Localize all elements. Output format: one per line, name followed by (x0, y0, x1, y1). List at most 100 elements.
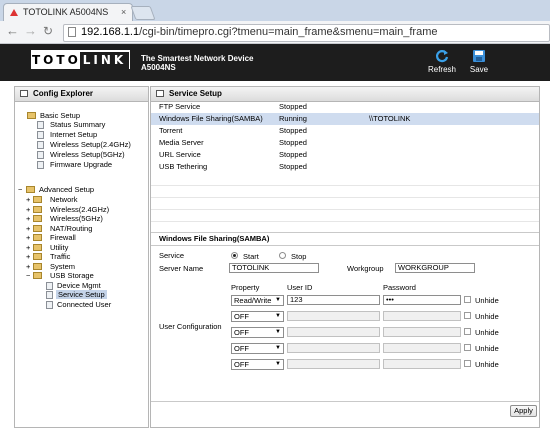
folder-icon (33, 215, 42, 222)
password-input[interactable] (383, 327, 461, 337)
expand-plus-icon[interactable]: + (26, 252, 30, 261)
folder-icon (33, 196, 42, 203)
forward-arrow-icon[interactable]: → (24, 24, 37, 38)
unhide-label: Unhide (475, 360, 499, 369)
divider (151, 197, 539, 198)
workgroup-input[interactable]: WORKGROUP (395, 263, 475, 273)
tab-title: TOTOLINK A5004NS (23, 7, 109, 17)
password-input[interactable] (383, 359, 461, 369)
back-arrow-icon[interactable]: ← (6, 24, 19, 38)
page-icon (46, 301, 53, 309)
dropdown-arrow-icon: ▼ (275, 361, 281, 367)
stop-radio[interactable] (279, 252, 286, 259)
start-radio[interactable] (231, 252, 238, 259)
unhide-label: Unhide (475, 328, 499, 337)
password-input[interactable] (383, 343, 461, 353)
user-id-input[interactable] (287, 311, 380, 321)
save-button[interactable]: Save (466, 49, 492, 74)
dropdown-arrow-icon: ▼ (275, 297, 281, 303)
address-bar[interactable]: 192.168.1.1/cgi-bin/timepro.cgi?tmenu=ma… (63, 24, 550, 42)
workgroup-label: Workgroup (347, 264, 384, 273)
unhide-checkbox[interactable] (464, 360, 471, 367)
user-id-input[interactable] (287, 359, 380, 369)
user-id-input[interactable] (287, 327, 380, 337)
password-input[interactable]: ••• (383, 295, 461, 305)
folder-icon (33, 206, 42, 213)
expand-plus-icon[interactable]: + (26, 262, 30, 271)
user-id-column-header: User ID (287, 283, 313, 292)
service-row[interactable]: URL Service Stopped (151, 149, 539, 161)
page-icon (46, 291, 53, 299)
page-icon (37, 141, 44, 149)
server-name-label: Server Name (159, 264, 204, 273)
unhide-label: Unhide (475, 344, 499, 353)
dropdown-arrow-icon: ▼ (275, 329, 281, 335)
refresh-icon (435, 50, 449, 63)
header-tagline: The Smartest Network Device A5004NS (141, 54, 254, 72)
page-icon (46, 282, 53, 290)
collapse-minus-icon[interactable]: − (26, 271, 30, 280)
divider (151, 221, 539, 222)
expand-plus-icon[interactable]: + (26, 233, 30, 242)
browser-tab[interactable]: TOTOLINK A5004NS × (3, 3, 133, 22)
page-icon (37, 151, 44, 159)
dropdown-arrow-icon: ▼ (275, 313, 281, 319)
tab-close-icon[interactable]: × (121, 7, 126, 17)
property-select[interactable]: OFF ▼ (231, 311, 284, 322)
service-row[interactable]: USB Tethering Stopped (151, 161, 539, 173)
server-name-input[interactable]: TOTOLINK (229, 263, 319, 273)
page-icon (37, 161, 44, 169)
divider (151, 185, 539, 186)
totolink-logo: TOTO LINK (31, 50, 130, 69)
expand-plus-icon[interactable]: + (26, 243, 30, 252)
service-row[interactable]: Media Server Stopped (151, 137, 539, 149)
totolink-favicon-icon (10, 9, 18, 16)
property-select[interactable]: OFF ▼ (231, 327, 284, 338)
expand-plus-icon[interactable]: + (26, 214, 30, 223)
save-disk-icon (473, 50, 485, 62)
apply-button[interactable]: Apply (510, 405, 537, 417)
config-explorer-header: Config Explorer (15, 87, 148, 102)
unhide-checkbox[interactable] (464, 296, 471, 303)
page-icon (68, 27, 76, 37)
stop-label: Stop (291, 252, 307, 261)
password-input[interactable] (383, 311, 461, 321)
user-id-input[interactable]: 123 (287, 295, 380, 305)
service-row[interactable]: FTP Service Stopped (151, 101, 539, 113)
config-explorer-panel: Config Explorer Basic Setup Status Summa… (14, 86, 149, 428)
folder-icon (33, 234, 42, 241)
address-url: 192.168.1.1/cgi-bin/timepro.cgi?tmenu=ma… (81, 26, 438, 38)
folder-icon (33, 272, 42, 279)
property-column-header: Property (231, 283, 260, 292)
folder-icon (33, 253, 42, 260)
folder-icon (33, 263, 42, 270)
property-select[interactable]: OFF ▼ (231, 359, 284, 370)
expand-plus-icon[interactable]: + (26, 195, 30, 204)
expand-plus-icon[interactable]: + (26, 224, 30, 233)
collapse-minus-icon[interactable]: − (18, 185, 22, 194)
page-icon (37, 131, 44, 139)
refresh-button[interactable]: Refresh (427, 49, 457, 74)
expand-plus-icon[interactable]: + (26, 205, 30, 214)
divider (151, 401, 539, 402)
property-select[interactable]: Read/Write ▼ (231, 295, 284, 306)
reload-icon[interactable]: ↻ (43, 24, 53, 38)
unhide-checkbox[interactable] (464, 312, 471, 319)
user-id-input[interactable] (287, 343, 380, 353)
unhide-label: Unhide (475, 296, 499, 305)
service-row[interactable]: Torrent Stopped (151, 125, 539, 137)
service-icon (156, 90, 164, 97)
unhide-checkbox[interactable] (464, 328, 471, 335)
user-configuration-label: User Configuration (159, 322, 222, 331)
unhide-label: Unhide (475, 312, 499, 321)
service-setup-panel: Service Setup FTP Service Stopped Window… (150, 86, 540, 428)
folder-icon (27, 112, 36, 119)
unhide-checkbox[interactable] (464, 344, 471, 351)
password-column-header: Password (383, 283, 416, 292)
property-select[interactable]: OFF ▼ (231, 343, 284, 354)
service-row[interactable]: Windows File Sharing(SAMBA) Running \\TO… (151, 113, 539, 125)
folder-icon (33, 244, 42, 251)
dropdown-arrow-icon: ▼ (275, 345, 281, 351)
page-icon (37, 121, 44, 129)
service-setup-header: Service Setup (151, 87, 539, 102)
